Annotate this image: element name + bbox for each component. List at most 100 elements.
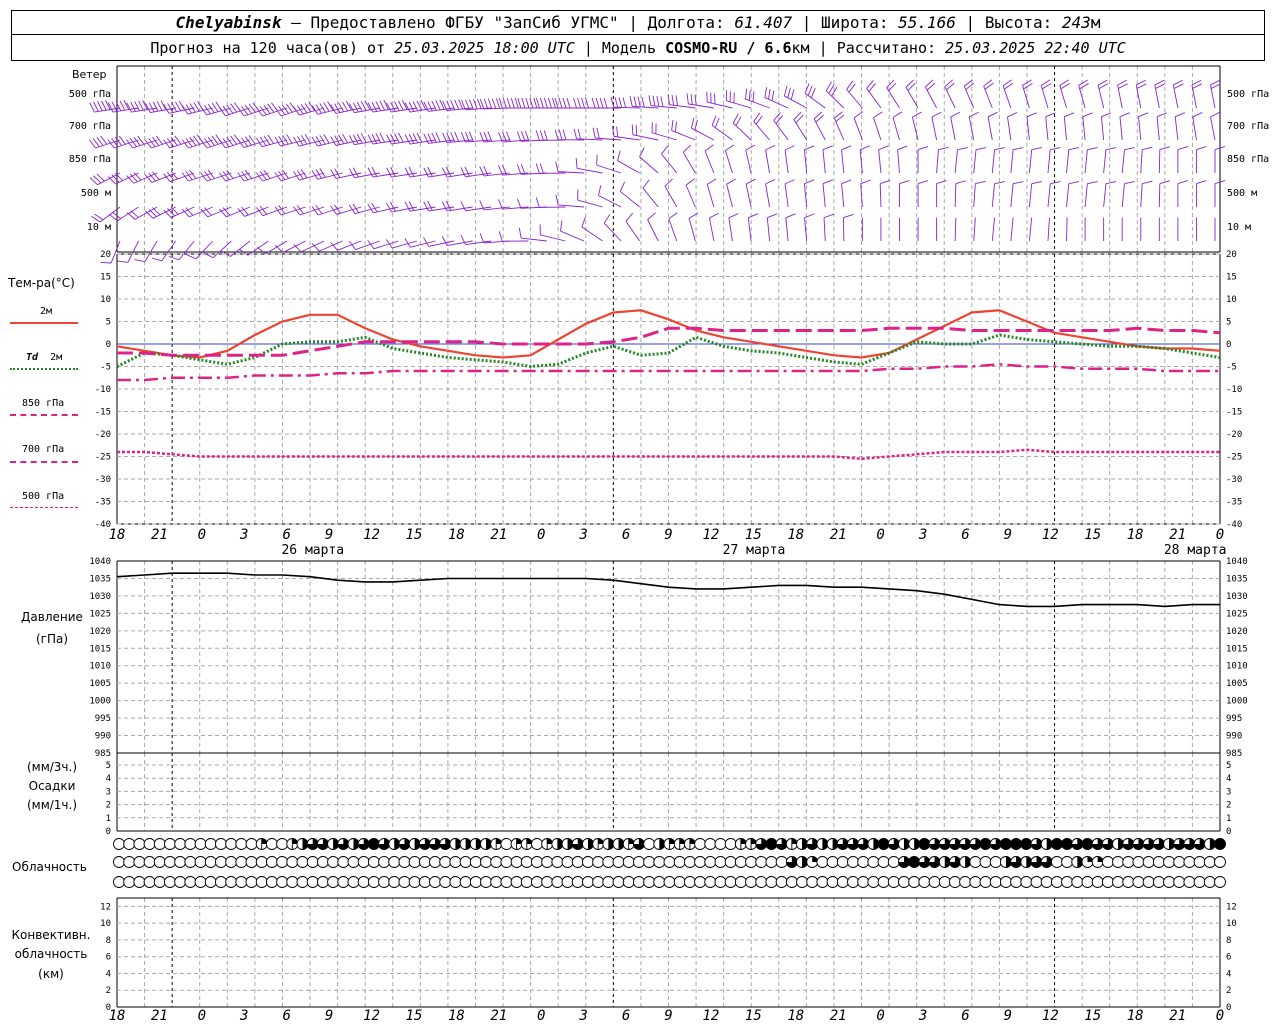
- wind-barb-flag: [97, 101, 103, 112]
- wind-barb-staff: [784, 149, 789, 174]
- wind-barb-flag: [506, 97, 511, 109]
- cloud-cover-circle: [1050, 876, 1063, 888]
- time-tick-label: 6: [282, 527, 290, 543]
- cloud-cover-circle: [826, 876, 839, 888]
- wind-barb-flag: [323, 134, 330, 144]
- cloud-cover-circle: [388, 856, 401, 868]
- cloud-cover-circle: [357, 856, 370, 868]
- cloud-cover-circle: [694, 838, 707, 850]
- time-tick-label-bottom: 15: [406, 1008, 423, 1024]
- conv-tick-right: 10: [1226, 919, 1237, 929]
- wind-barb-flag: [286, 134, 293, 144]
- wind-barb-flag: [547, 97, 552, 109]
- wind-barb-flag: [521, 97, 526, 109]
- wind-barb-flag: [1118, 83, 1128, 89]
- wind-barb-flag: [1031, 147, 1042, 151]
- wind-barb-flag: [330, 169, 337, 179]
- cloud-cover-circle: [887, 856, 900, 868]
- wind-barb-flag: [598, 185, 602, 196]
- cloud-cover-circle: [133, 856, 146, 868]
- pressure-tick-left: 1030: [89, 592, 111, 602]
- cloud-cover-circle: [276, 838, 289, 850]
- wind-barb-flag: [111, 101, 118, 112]
- cloud-cover-circle: [1152, 856, 1165, 868]
- wind-barb-flag: [1124, 181, 1135, 185]
- wind-barb-flag: [938, 146, 949, 151]
- wind-barb-staff: [878, 149, 882, 174]
- wind-barb-flag: [193, 102, 200, 112]
- cloud-cover-circle: [510, 856, 523, 868]
- temp-tick-left: 0: [106, 340, 111, 350]
- cloud-cover-circle: [316, 856, 329, 868]
- wind-barb-staff: [642, 187, 659, 208]
- wind-barb-flag: [694, 119, 698, 131]
- wind-level-label-right: 850 гПа: [1227, 154, 1269, 165]
- cloud-cover-fill: [368, 838, 380, 850]
- wind-barb-flag: [539, 130, 544, 141]
- cloud-cover-circle: [143, 876, 156, 888]
- cloud-cover-fill: [1010, 838, 1022, 850]
- cloud-cover-circle: [867, 876, 880, 888]
- wind-barb-flag: [1136, 83, 1147, 89]
- temp-tick-right: -10: [1226, 385, 1242, 395]
- temp-tick-left: -20: [95, 430, 111, 440]
- cloud-cover-circle: [1132, 856, 1145, 868]
- pressure-tick-left: 1020: [89, 627, 111, 637]
- time-tick-label-bottom: 15: [745, 1008, 762, 1024]
- wind-barb-staff: [619, 191, 640, 208]
- cloud-cover-circle: [235, 876, 248, 888]
- wind-barb-flag: [257, 246, 266, 255]
- wind-barb-flag: [1068, 181, 1080, 185]
- cloud-cover-circle: [581, 856, 594, 868]
- cloud-cover-circle: [898, 876, 910, 888]
- cloud-cover-circle: [204, 838, 217, 850]
- day-label: 28 марта: [1164, 543, 1227, 558]
- cloud-cover-circle: [531, 856, 543, 868]
- wind-barb-staff: [954, 183, 957, 208]
- wind-barb-flag: [408, 101, 415, 112]
- wind-barb-flag: [431, 100, 437, 111]
- conv-tick-right: 6: [1226, 953, 1231, 963]
- wind-barb-staff: [1066, 217, 1068, 242]
- wind-barb-flag: [592, 127, 596, 139]
- wind-barb-flag: [300, 135, 308, 145]
- pressure-tick-right: 985: [1226, 749, 1242, 759]
- cloud-cover-circle: [347, 856, 360, 868]
- cloud-cover-circle: [133, 838, 146, 850]
- wind-barb-flag: [371, 101, 378, 112]
- cloud-cover-circle: [622, 856, 635, 868]
- temp-tick-right: -20: [1226, 430, 1242, 440]
- wind-barb-flag: [596, 154, 598, 166]
- wind-barb-flag: [771, 90, 775, 101]
- wind-barb-flag: [431, 132, 437, 143]
- temp-tick-right: 20: [1226, 250, 1237, 260]
- time-tick-label: 18: [787, 527, 804, 543]
- cloud-cover-circle: [755, 876, 768, 888]
- cloud-cover-circle: [887, 876, 900, 888]
- wind-barb-flag: [1050, 147, 1061, 151]
- wind-barb-flag: [629, 96, 633, 107]
- cloud-cover-circle: [235, 838, 248, 850]
- wind-barb-flag: [975, 180, 986, 185]
- time-tick-label: 18: [448, 527, 465, 543]
- wind-level-label-right: 500 гПа: [1227, 89, 1269, 100]
- wind-barb-flag: [1177, 180, 1189, 185]
- wind-barb-flag: [616, 126, 619, 137]
- time-tick-label: 18: [109, 527, 126, 543]
- cloud-cover-circle: [796, 876, 808, 888]
- cloud-cover-circle: [113, 876, 125, 888]
- cloud-cover-circle: [531, 876, 543, 888]
- pressure-tick-left: 1025: [89, 609, 111, 619]
- chart-canvas: 500 гПа 500 гПа 700 гПа 700 гПа 850 гПа 850 г…: [69, 65, 1269, 1024]
- wind-barb-flag: [539, 97, 544, 109]
- cloud-cover-circle: [1101, 856, 1114, 868]
- conv-tick-right: 12: [1226, 902, 1237, 912]
- time-tick-label: 0: [537, 527, 545, 543]
- pressure-tick-right: 995: [1226, 714, 1242, 724]
- cloud-cover-circle: [643, 856, 656, 868]
- precip-tick-right: 1: [1226, 814, 1231, 824]
- wind-barb-flag: [1050, 181, 1061, 185]
- cloud-cover-circle: [1020, 876, 1033, 888]
- wind-barb-flag: [674, 121, 678, 132]
- wind-barb-flag: [675, 95, 678, 106]
